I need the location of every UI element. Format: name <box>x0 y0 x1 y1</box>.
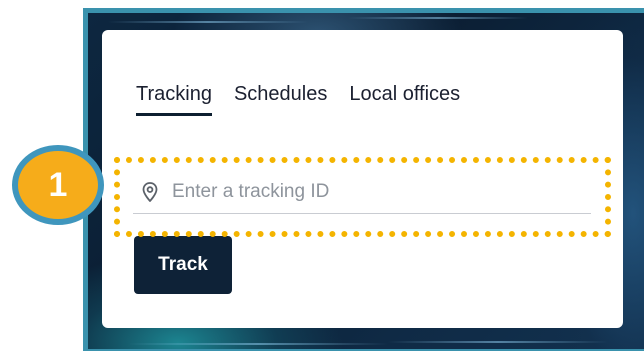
tab-local-offices[interactable]: Local offices <box>349 82 460 116</box>
tab-bar: Tracking Schedules Local offices <box>136 82 460 116</box>
location-pin-icon <box>138 180 162 204</box>
tracking-card: Tracking Schedules Local offices Track <box>102 30 623 328</box>
tracking-id-field <box>133 171 591 214</box>
screenshot-stage: Tracking Schedules Local offices Track 1 <box>0 0 644 351</box>
step-number-badge: 1 <box>12 145 104 225</box>
tab-schedules[interactable]: Schedules <box>234 82 327 116</box>
tracking-id-input[interactable] <box>172 181 572 203</box>
tab-tracking[interactable]: Tracking <box>136 82 212 116</box>
track-button[interactable]: Track <box>134 236 232 294</box>
